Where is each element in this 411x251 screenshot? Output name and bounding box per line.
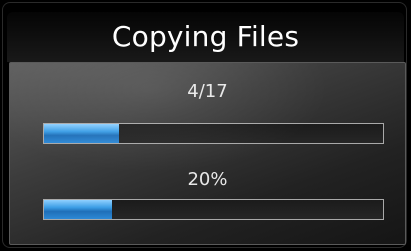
title-bar: Copying Files [7, 12, 404, 62]
dialog-title: Copying Files [111, 19, 300, 53]
percent-progress-fill [44, 200, 112, 219]
file-progress-fill [44, 124, 119, 143]
file-progress-bar [43, 123, 384, 144]
percent-label: 20% [187, 169, 228, 190]
copy-dialog: Copying Files 4/17 20% [2, 2, 407, 248]
file-count-label: 4/17 [187, 81, 228, 102]
percent-progress-bar [43, 199, 384, 220]
progress-panel: 4/17 20% [9, 62, 406, 245]
